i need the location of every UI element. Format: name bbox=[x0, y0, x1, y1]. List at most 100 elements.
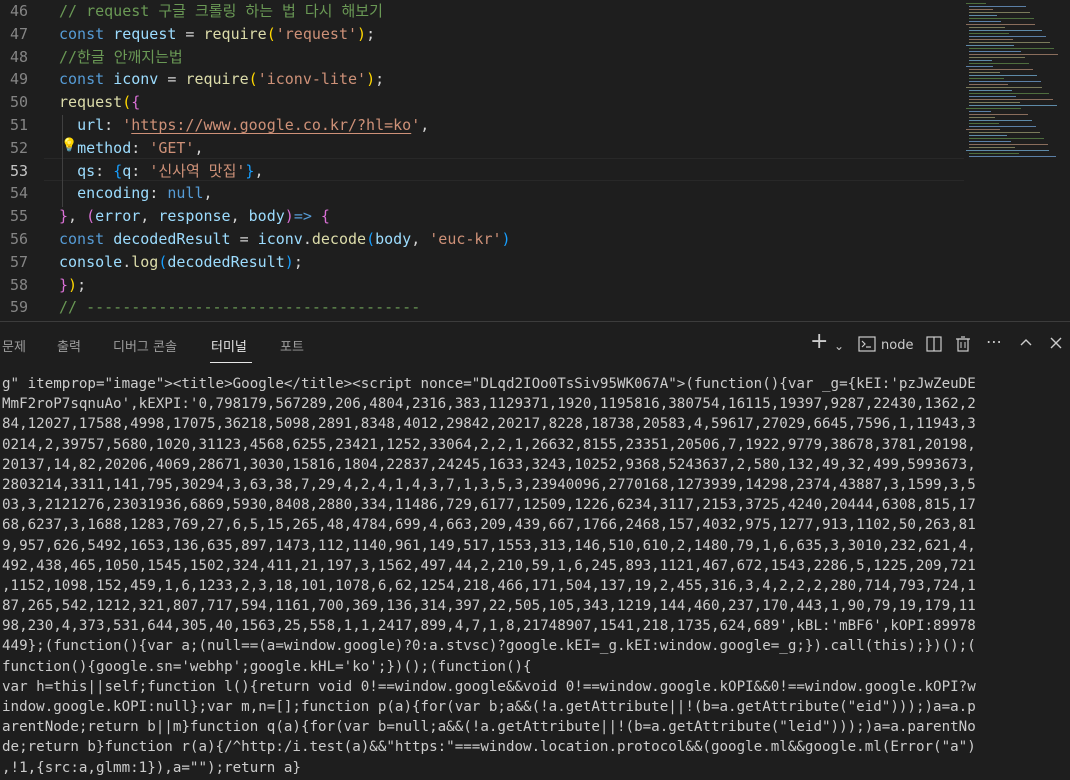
code-token: ) bbox=[284, 207, 294, 226]
minimap-line bbox=[969, 57, 1025, 58]
minimap-line bbox=[969, 81, 1041, 82]
terminal-line: MmF2roP7sqnuAo',kEXPI:'0,798179,567289,2… bbox=[2, 396, 976, 413]
tab-output[interactable]: 출력 bbox=[57, 336, 81, 355]
code-token: url bbox=[77, 116, 105, 134]
more-icon[interactable]: ⋯ bbox=[986, 332, 1002, 352]
code-token: log bbox=[131, 252, 159, 271]
code-text: const request = require('request'); bbox=[59, 23, 375, 46]
minimap-line bbox=[969, 72, 1000, 73]
code-token: const bbox=[59, 24, 114, 43]
code-token: , bbox=[420, 116, 430, 134]
minimap-line bbox=[969, 99, 1053, 100]
code-token: const bbox=[59, 230, 114, 248]
code-token: } bbox=[59, 207, 69, 226]
code-text: const decodedResult = iconv.decode(body,… bbox=[59, 228, 511, 251]
code-token: ' bbox=[122, 116, 132, 134]
terminal-line: 2803214,3311,141,795,30294,3,63,38,7,29,… bbox=[2, 476, 976, 493]
panel-tab-bar: 문제 출력 디버그 콘솔 터미널 포트 + ⌄ node ⋯ bbox=[0, 322, 1070, 368]
code-text: qs: {q: '신사역 맛집'}, bbox=[59, 160, 263, 183]
code-token: body bbox=[248, 207, 285, 226]
plus-icon[interactable]: + bbox=[810, 331, 828, 353]
terminal-line: ,!1,{src:a,glmm:1}),a="");return a} bbox=[2, 759, 301, 776]
chevron-up-icon[interactable] bbox=[1018, 335, 1034, 356]
line-number: 59 bbox=[9, 298, 28, 317]
tab-problems[interactable]: 문제 bbox=[2, 336, 26, 355]
terminal-line: 68,6237,3,1688,1283,769,27,6,5,15,265,48… bbox=[2, 517, 976, 534]
code-token: q bbox=[122, 161, 132, 180]
line-number: 57 bbox=[9, 252, 28, 271]
minimap-line bbox=[966, 150, 1049, 151]
minimap-line bbox=[969, 132, 1040, 133]
code-token: ) bbox=[366, 70, 376, 89]
code-token: ' bbox=[411, 116, 421, 134]
terminal-line: 20137,14,82,20206,4069,28671,3030,15816,… bbox=[2, 456, 976, 473]
line-number: 46 bbox=[9, 2, 28, 20]
chevron-down-icon[interactable]: ⌄ bbox=[834, 336, 844, 356]
tab-debug-console[interactable]: 디버그 콘솔 bbox=[113, 336, 177, 355]
terminal-line: 03,3,2121276,23031936,6869,5930,8408,288… bbox=[2, 497, 976, 514]
code-token: ( bbox=[122, 93, 132, 112]
terminal-name[interactable]: node bbox=[881, 336, 913, 356]
terminal-icon[interactable] bbox=[858, 335, 876, 358]
tab-terminal[interactable]: 터미널 bbox=[211, 336, 247, 355]
code-editor[interactable]: 46 // request 구글 크롤링 하는 법 다시 해보기 47 const r… bbox=[0, 0, 1070, 321]
minimap-line bbox=[966, 87, 1042, 88]
minimap-line bbox=[969, 135, 1007, 136]
code-token: , bbox=[203, 184, 213, 203]
code-token: decodedResult bbox=[167, 252, 285, 271]
code-token: . bbox=[122, 252, 132, 271]
minimap-line bbox=[969, 96, 1016, 97]
minimap-line bbox=[966, 129, 1000, 130]
code-token: qs bbox=[77, 161, 96, 180]
code-token: , bbox=[411, 230, 430, 248]
line-number: 48 bbox=[9, 47, 28, 66]
code-token: method bbox=[77, 138, 132, 157]
terminal-line: function(){google.sn='webhp';google.kHL=… bbox=[2, 658, 532, 675]
minimap-line bbox=[969, 42, 1050, 43]
line-number: 54 bbox=[9, 184, 28, 203]
code-token: { bbox=[320, 207, 330, 226]
terminal-line: 9,957,626,5492,1653,136,635,897,1473,112… bbox=[2, 537, 976, 554]
lightbulb-icon[interactable]: 💡 bbox=[61, 138, 77, 153]
minimap-line bbox=[969, 51, 1021, 52]
minimap-line bbox=[969, 30, 1042, 31]
code-text: method: 'GET', bbox=[59, 137, 203, 160]
terminal-line: 87,265,542,1212,321,807,717,594,1161,700… bbox=[2, 598, 976, 615]
minimap[interactable] bbox=[966, 0, 1062, 170]
code-token: = bbox=[230, 230, 258, 248]
code-token: 'iconv-lite' bbox=[257, 70, 367, 89]
minimap-line bbox=[969, 117, 995, 118]
code-token: => bbox=[293, 207, 312, 226]
minimap-line bbox=[969, 120, 1032, 121]
minimap-line bbox=[969, 105, 1057, 106]
minimap-line bbox=[969, 153, 1019, 154]
minimap-line bbox=[969, 114, 1028, 115]
terminal-line: 84,12027,17588,4998,17075,36218,5098,289… bbox=[2, 416, 976, 433]
terminal-line: g" itemprop="image"><title>Google</title… bbox=[2, 376, 976, 392]
minimap-line bbox=[969, 12, 1030, 13]
minimap-line bbox=[969, 84, 1008, 85]
terminal-output[interactable]: g" itemprop="image"><title>Google</title… bbox=[0, 374, 1070, 778]
trash-icon[interactable] bbox=[954, 335, 972, 358]
tab-ports[interactable]: 포트 bbox=[280, 336, 304, 355]
code-token: , bbox=[140, 207, 159, 226]
code-text: // request 구글 크롤링 하는 법 다시 해보기 bbox=[59, 0, 383, 23]
close-icon[interactable] bbox=[1048, 335, 1064, 356]
code-token: { bbox=[113, 161, 123, 180]
minimap-line bbox=[969, 36, 1046, 37]
terminal-line: 0214,2,39757,5680,1020,31123,4568,6255,2… bbox=[2, 436, 976, 453]
code-token: body bbox=[375, 230, 412, 248]
minimap-line bbox=[969, 9, 993, 10]
code-token: require bbox=[185, 70, 249, 89]
line-number: 49 bbox=[9, 70, 28, 89]
minimap-line bbox=[969, 78, 1004, 79]
code-text: url: 'https://www.google.co.kr/?hl=ko', bbox=[59, 114, 429, 137]
line-number: 50 bbox=[9, 93, 28, 112]
split-icon[interactable] bbox=[925, 335, 943, 358]
line-number: 53 bbox=[9, 161, 28, 180]
line-number: 47 bbox=[9, 24, 28, 43]
line-number: 52 bbox=[9, 138, 28, 157]
minimap-line bbox=[966, 66, 993, 67]
code-token: = bbox=[158, 70, 186, 89]
minimap-line bbox=[969, 39, 1013, 40]
